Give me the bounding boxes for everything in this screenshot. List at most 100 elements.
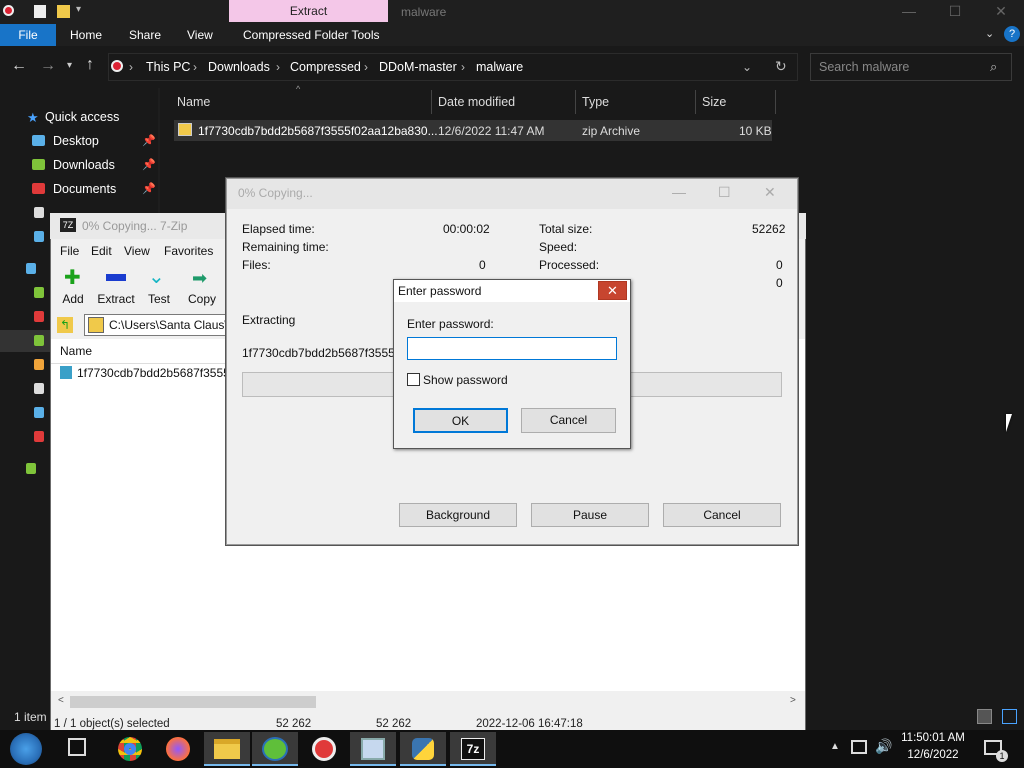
processed-value: 0 <box>776 258 783 272</box>
column-separator[interactable] <box>695 90 696 114</box>
scrollbar-thumb[interactable] <box>70 696 316 708</box>
tiles-view-icon[interactable] <box>1002 709 1017 724</box>
address-dropdown-icon[interactable]: ⌄ <box>742 60 752 74</box>
7zip-menu-favorites[interactable]: Favorites <box>164 244 213 258</box>
column-header-date-modified[interactable]: Date modified <box>438 95 515 109</box>
7zip-path-field[interactable]: C:\Users\Santa Claus\ <box>84 314 244 336</box>
column-separator[interactable] <box>431 90 432 114</box>
recent-dropdown-icon[interactable]: ▾ <box>67 60 72 71</box>
pin-icon[interactable]: 📌 <box>142 134 156 147</box>
tab-home[interactable]: Home <box>70 24 102 46</box>
forward-arrow-icon[interactable]: → <box>40 57 56 75</box>
breadcrumb-downloads[interactable]: Downloads <box>208 60 270 74</box>
new-folder-icon[interactable] <box>57 5 70 18</box>
taskbar-chrome[interactable] <box>108 732 152 766</box>
minimize-button[interactable]: — <box>886 0 932 22</box>
volume-icon[interactable]: 🔊 <box>875 738 892 755</box>
pause-button[interactable]: Pause <box>531 503 649 527</box>
folder-up-icon[interactable]: ↰ <box>57 317 73 333</box>
copying-close-button[interactable]: ✕ <box>764 184 776 201</box>
taskbar-app-green[interactable] <box>252 732 298 766</box>
7zip-menu-file[interactable]: File <box>60 244 79 258</box>
pin-icon[interactable]: 📌 <box>142 158 156 171</box>
background-button[interactable]: Background <box>399 503 517 527</box>
tab-view[interactable]: View <box>187 24 213 46</box>
7zip-app-icon: 7Z <box>60 218 76 232</box>
network-icon[interactable] <box>851 740 867 754</box>
search-icon[interactable]: ⌕ <box>990 59 997 75</box>
ok-button[interactable]: OK <box>413 408 508 433</box>
7zip-list-item[interactable]: 1f7730cdb7bdd2b5687f3555f <box>77 366 233 380</box>
breadcrumb-separator: › <box>461 60 465 74</box>
breadcrumb-separator: › <box>193 60 197 74</box>
7zip-status-date: 2022-12-06 16:47:18 <box>476 718 583 730</box>
copying-minimize-button[interactable]: — <box>672 184 686 200</box>
details-view-icon[interactable] <box>977 709 992 724</box>
file-date: 12/6/2022 11:47 AM <box>438 124 545 138</box>
7zip-column-name[interactable]: Name <box>60 344 92 358</box>
scroll-left-arrow-icon[interactable]: < <box>58 695 64 706</box>
nav-quick-access[interactable]: Quick access <box>45 110 119 124</box>
refresh-icon[interactable]: ↻ <box>775 58 787 75</box>
password-input[interactable] <box>407 337 617 360</box>
file-size: 10 KB <box>739 124 772 138</box>
chrome-icon <box>118 737 142 761</box>
nav-item-icon <box>26 263 36 274</box>
taskbar-app-tools[interactable] <box>350 732 396 766</box>
nav-item-icon <box>34 383 44 394</box>
taskbar-firefox[interactable] <box>156 732 200 766</box>
scroll-right-arrow-icon[interactable]: > <box>790 695 796 706</box>
up-arrow-icon[interactable]: ↑ <box>86 56 94 74</box>
ribbon-expand-icon[interactable]: ⌄ <box>985 27 994 40</box>
taskbar-7zip[interactable]: 7z <box>450 732 496 766</box>
tab-share[interactable]: Share <box>129 24 161 46</box>
tab-compressed-folder-tools[interactable]: Compressed Folder Tools <box>243 24 380 46</box>
copying-maximize-button[interactable]: ☐ <box>718 184 731 201</box>
elapsed-time-value: 00:00:02 <box>443 222 490 236</box>
breadcrumb-malware[interactable]: malware <box>476 60 523 74</box>
properties-icon[interactable] <box>34 5 46 18</box>
back-arrow-icon[interactable]: ← <box>11 57 27 75</box>
7zip-test-button[interactable]: Test <box>146 292 172 306</box>
7zip-icon: 7z <box>461 738 485 760</box>
column-header-size[interactable]: Size <box>702 95 726 109</box>
taskbar-app-red[interactable] <box>302 732 346 766</box>
nav-downloads[interactable]: Downloads <box>53 158 115 172</box>
context-tab-extract[interactable]: Extract <box>229 0 388 22</box>
taskbar-file-explorer[interactable] <box>204 732 250 766</box>
tab-file[interactable]: File <box>0 24 56 46</box>
start-button[interactable] <box>10 733 42 765</box>
close-button[interactable]: ✕ <box>978 0 1024 22</box>
7zip-menu-view[interactable]: View <box>124 244 150 258</box>
clock-date[interactable]: 12/6/2022 <box>898 749 968 761</box>
password-dialog-title: Enter password <box>398 284 482 298</box>
add-icon: ✚ <box>64 267 81 289</box>
7zip-add-button[interactable]: Add <box>60 292 86 306</box>
taskbar-python[interactable] <box>400 732 446 766</box>
clock-time[interactable]: 11:50:01 AM <box>898 732 968 744</box>
show-password-checkbox[interactable] <box>407 373 420 386</box>
column-header-name[interactable]: Name <box>177 95 210 109</box>
task-view-icon[interactable] <box>68 738 86 756</box>
cancel-password-button[interactable]: Cancel <box>521 408 616 433</box>
7zip-menu-edit[interactable]: Edit <box>91 244 112 258</box>
column-separator[interactable] <box>775 90 776 114</box>
maximize-button[interactable]: ☐ <box>932 0 978 22</box>
qat-dropdown-icon[interactable]: ▾ <box>76 4 81 15</box>
help-icon[interactable]: ? <box>1004 26 1020 42</box>
column-header-type[interactable]: Type <box>582 95 609 109</box>
cancel-copy-button[interactable]: Cancel <box>663 503 781 527</box>
breadcrumb-this-pc[interactable]: This PC <box>146 60 190 74</box>
nav-documents[interactable]: Documents <box>53 182 116 196</box>
7zip-copy-button[interactable]: Copy <box>186 292 218 306</box>
column-separator[interactable] <box>575 90 576 114</box>
nav-desktop[interactable]: Desktop <box>53 134 99 148</box>
pin-icon[interactable]: 📌 <box>142 182 156 195</box>
show-hidden-icons-icon[interactable]: ▲ <box>830 741 840 752</box>
breadcrumb-compressed[interactable]: Compressed <box>290 60 361 74</box>
password-close-button[interactable]: ✕ <box>598 281 627 300</box>
breadcrumb-ddom-master[interactable]: DDoM-master <box>379 60 457 74</box>
nav-item-icon <box>34 287 44 298</box>
files-label: Files: <box>242 258 271 272</box>
7zip-extract-button[interactable]: Extract <box>96 292 136 306</box>
